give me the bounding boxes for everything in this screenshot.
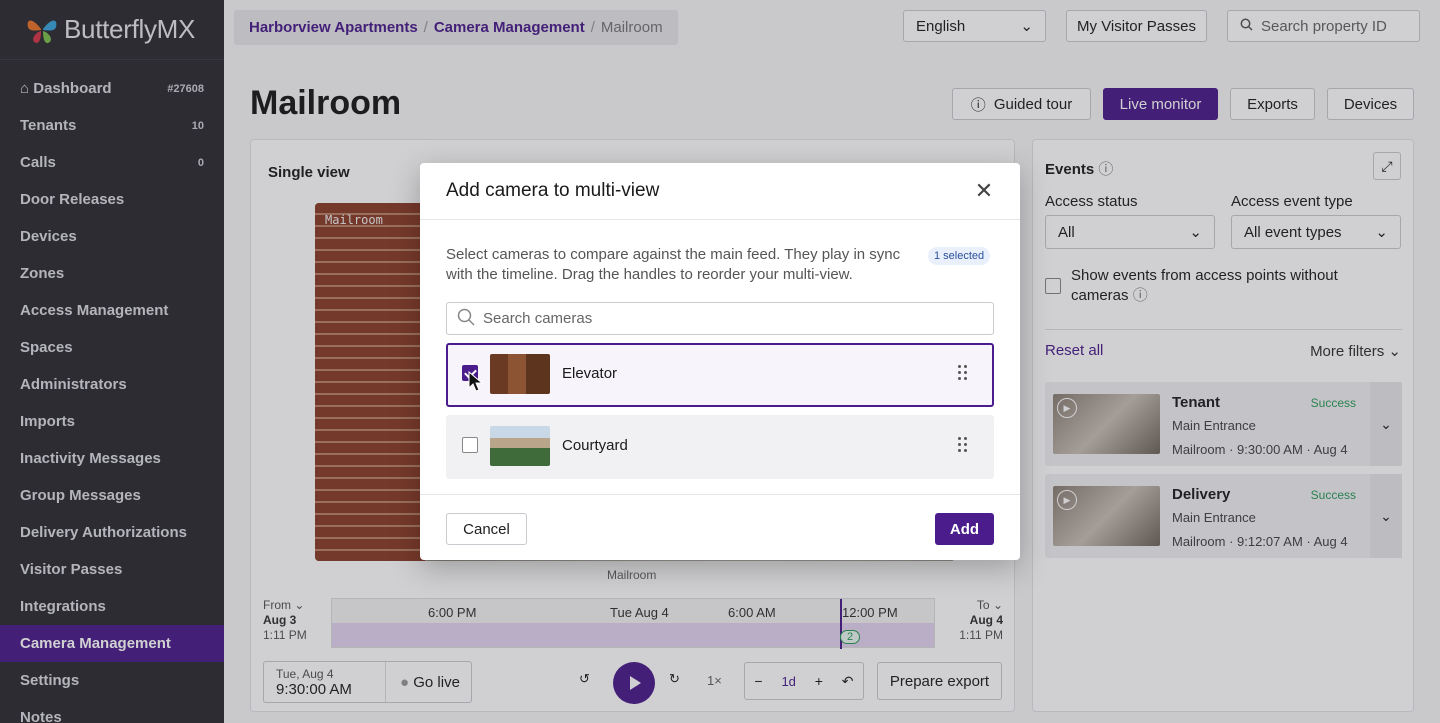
add-button[interactable]: Add (935, 513, 994, 545)
camera-row-elevator[interactable]: Elevator (446, 343, 994, 407)
camera-name: Elevator (562, 365, 618, 382)
drag-handle-icon[interactable] (958, 437, 968, 453)
camera-thumbnail (490, 354, 550, 394)
cursor-icon (468, 371, 484, 392)
camera-thumbnail (490, 426, 550, 466)
camera-checkbox[interactable] (462, 437, 478, 453)
modal-description: Select cameras to compare against the ma… (446, 246, 901, 283)
camera-search-input[interactable] (483, 310, 963, 327)
selected-count-badge: 1 selected (928, 247, 991, 265)
search-icon (457, 308, 475, 329)
drag-handle-icon[interactable] (958, 365, 968, 381)
close-icon[interactable]: ✕ (974, 178, 994, 203)
camera-search-field[interactable] (446, 302, 994, 335)
camera-row-courtyard[interactable]: Courtyard (446, 415, 994, 479)
camera-name: Courtyard (562, 437, 628, 454)
modal-title: Add camera to multi-view (446, 180, 660, 201)
modal-header: Add camera to multi-view ✕ (420, 163, 1020, 220)
cancel-button[interactable]: Cancel (446, 513, 527, 545)
modal-footer: Cancel Add (420, 494, 1020, 560)
add-camera-modal: Add camera to multi-view ✕ Select camera… (420, 163, 1020, 560)
